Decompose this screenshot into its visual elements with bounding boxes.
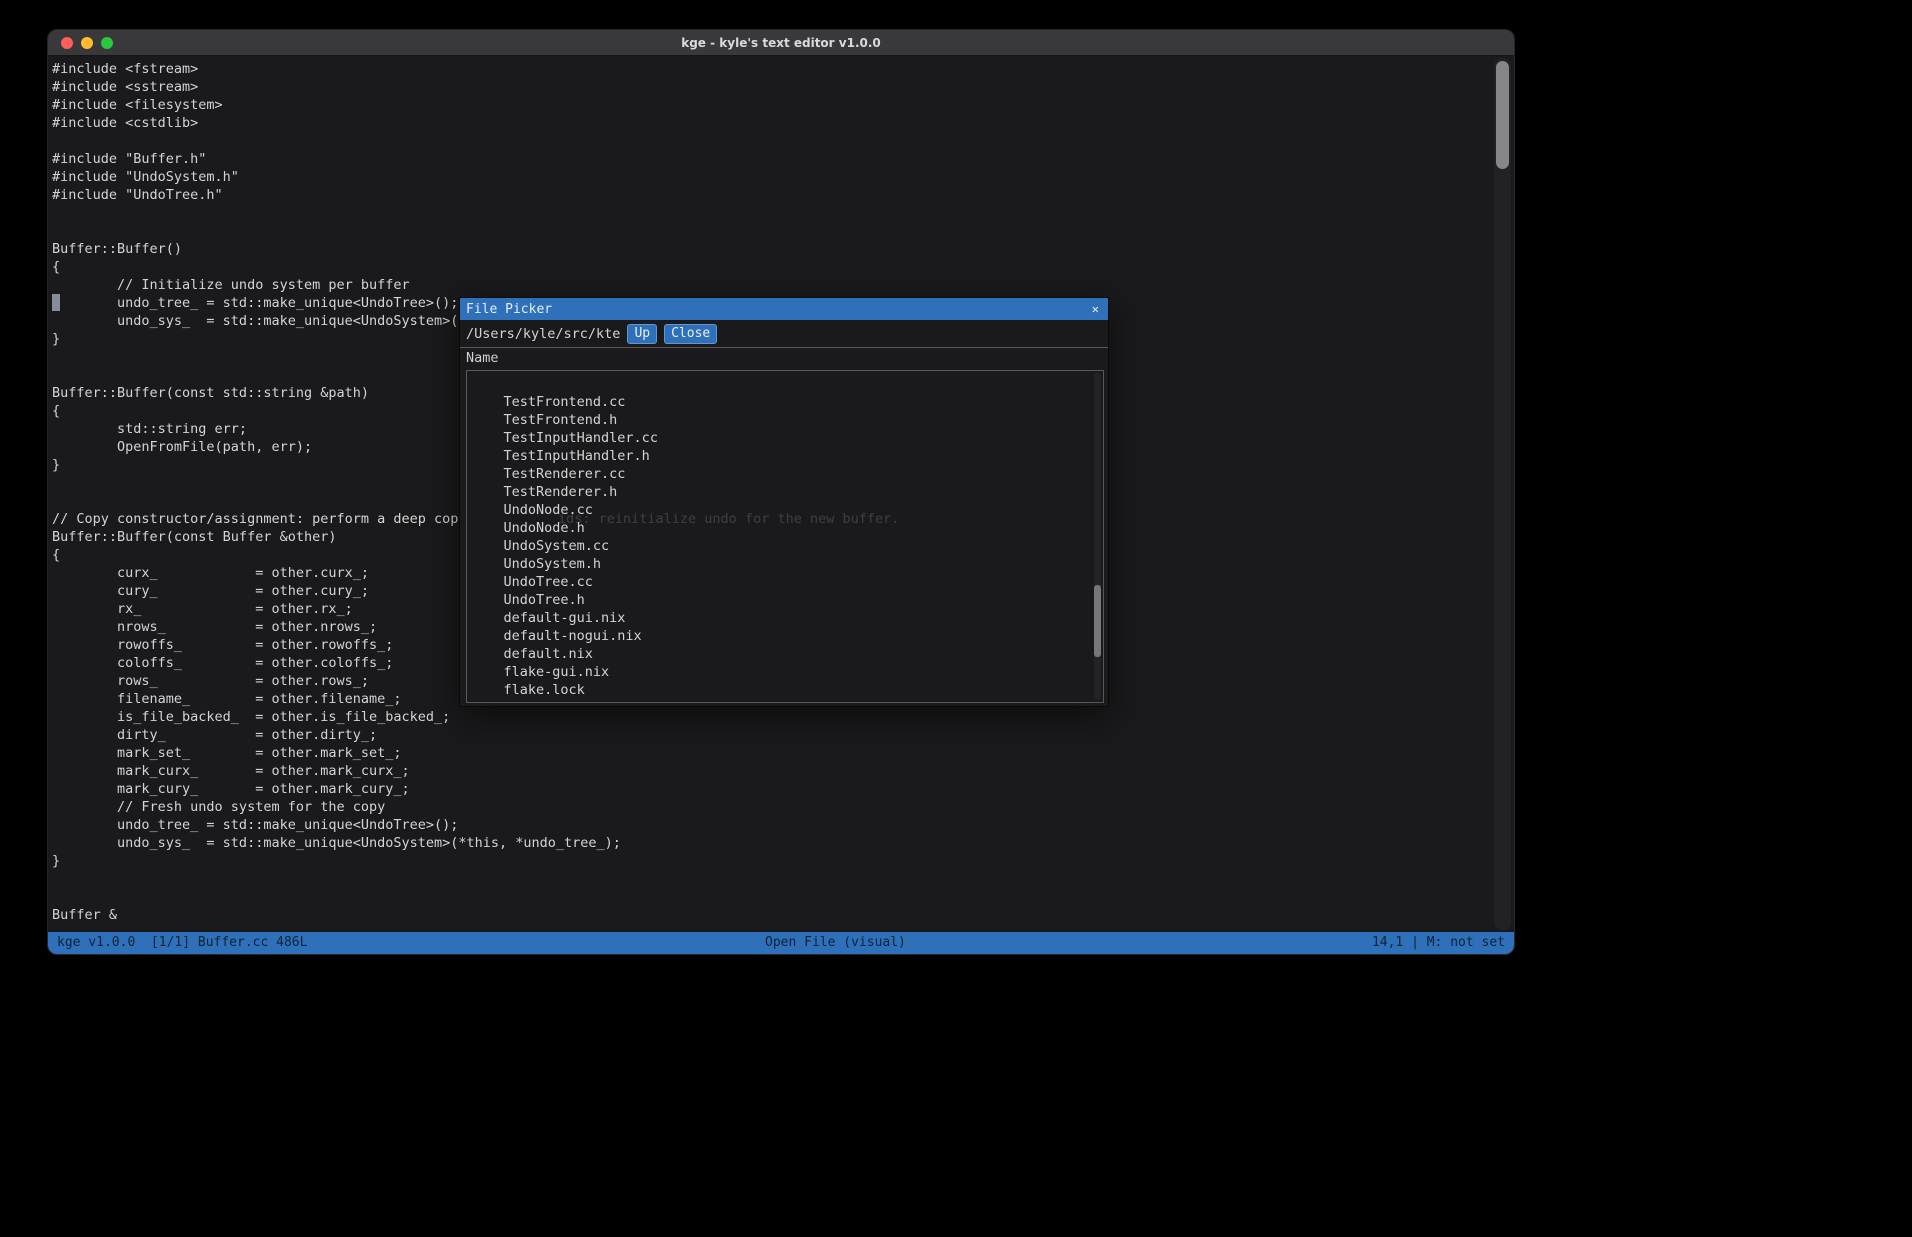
titlebar[interactable]: kge - kyle's text editor v1.0.0 (48, 30, 1514, 56)
file-name: TestFrontend.h (504, 412, 618, 428)
window-title: kge - kyle's text editor v1.0.0 (681, 36, 881, 50)
file-name: TestFrontend.cc (504, 394, 626, 410)
file-name: default-nogui.nix (504, 628, 642, 644)
file-list-scrollbar-thumb[interactable] (1094, 585, 1101, 657)
traffic-light-close-button[interactable] (61, 37, 73, 49)
file-name: flake-gui.nix (504, 664, 610, 680)
text-cursor (52, 294, 60, 311)
editor-scrollbar-thumb[interactable] (1496, 61, 1509, 169)
file-name: TestRenderer.cc (504, 466, 626, 482)
name-column-header: Name (460, 348, 1108, 369)
file-picker-dialog: File Picker ✕ /Users/kyle/src/kte Up Clo… (460, 298, 1108, 706)
file-name: UndoNode.h (504, 520, 585, 536)
file-name: UndoSystem.h (504, 556, 602, 572)
dialog-titlebar[interactable]: File Picker ✕ (460, 298, 1108, 320)
file-name: TestRenderer.h (504, 484, 618, 500)
file-name: UndoTree.h (504, 592, 585, 608)
path-row: /Users/kyle/src/kte Up Close (460, 320, 1108, 348)
status-cursor-position: 14,1 | M: not set (1372, 935, 1505, 950)
traffic-light-zoom-button[interactable] (101, 37, 113, 49)
file-name: default-gui.nix (504, 610, 626, 626)
file-list-scrollbar[interactable] (1094, 373, 1101, 700)
file-name: UndoNode.cc (504, 502, 593, 518)
file-name: UndoTree.cc (504, 574, 593, 590)
close-icon[interactable]: ✕ (1092, 302, 1099, 316)
file-name: flake.nix (504, 700, 577, 703)
current-path-label: /Users/kyle/src/kte (466, 326, 620, 342)
traffic-light-minimize-button[interactable] (81, 37, 93, 49)
status-bar: kge v1.0.0 [1/1] Buffer.cc 486L Open Fil… (48, 932, 1514, 954)
traffic-lights (61, 37, 113, 49)
file-item[interactable]: TestFrontend.cc (470, 375, 1103, 393)
file-name: flake.lock (504, 682, 585, 698)
file-name: TestInputHandler.cc (504, 430, 658, 446)
file-name: default.nix (504, 646, 593, 662)
file-name: TestInputHandler.h (504, 448, 650, 464)
status-version-file: kge v1.0.0 [1/1] Buffer.cc 486L (57, 935, 307, 950)
up-button[interactable]: Up (627, 324, 657, 344)
close-button[interactable]: Close (664, 324, 717, 344)
file-name: UndoSystem.cc (504, 538, 610, 554)
file-list: TestFrontend.cc TestFrontend.h TestInput… (466, 370, 1104, 703)
status-mode: Open File (visual) (765, 935, 906, 950)
editor-scrollbar[interactable] (1494, 58, 1511, 930)
dialog-title: File Picker (466, 302, 552, 317)
